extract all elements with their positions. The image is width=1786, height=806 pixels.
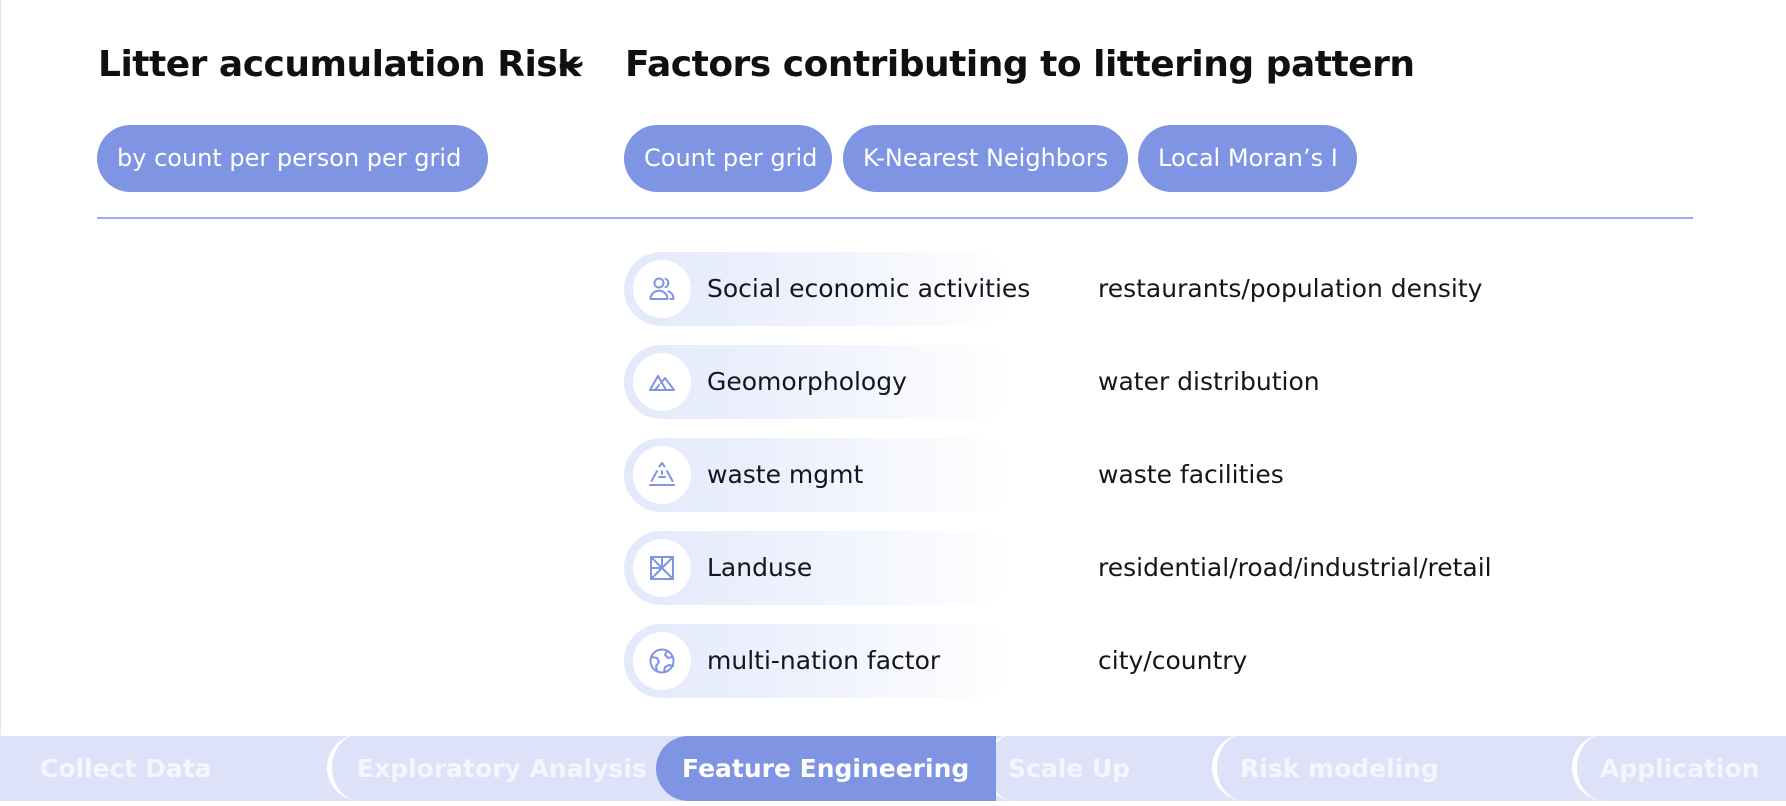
nav-step-label-active: Feature Engineering [682,754,970,783]
header-divider [97,217,1693,219]
people-icon [633,260,691,318]
globe-icon [633,632,691,690]
factor-detail: residential/road/industrial/retail [1098,553,1492,582]
method-pill-knn: K-Nearest Neighbors [843,125,1128,192]
mountain-icon [633,353,691,411]
method-pill-count-per-grid: Count per grid [624,125,832,192]
target-measure-pill: by count per person per grid [97,125,488,192]
factor-row-social-economic: Social economic activities restaurants/p… [624,252,1524,326]
method-pill-morans-i: Local Moran’s I [1138,125,1357,192]
nav-step-label: Exploratory Analysis [357,754,647,783]
factor-detail: restaurants/population density [1098,274,1483,303]
nav-step-collect-data[interactable]: Collect Data [0,736,330,801]
nav-step-application[interactable]: Application [1572,736,1786,801]
factor-row-landuse: Landuse residential/road/industrial/reta… [624,531,1524,605]
title-litter-risk: Litter accumulation Risk [98,44,581,85]
factor-name: Landuse [707,553,813,582]
factor-name: Social economic activities [707,274,1031,303]
title-factors: Factors contributing to littering patter… [625,44,1415,85]
page-edge [0,0,1,735]
nav-step-label: Risk modeling [1240,754,1439,783]
title-separator: ~ [556,44,586,85]
factor-row-multi-nation: multi-nation factor city/country [624,624,1524,698]
factor-detail: waste facilities [1098,460,1284,489]
nav-step-label: Application [1600,754,1760,783]
factor-row-waste-mgmt: waste mgmt waste facilities [624,438,1524,512]
nav-step-scale-up[interactable]: Scale Up [982,736,1212,801]
nav-step-exploratory-analysis[interactable]: Exploratory Analysis [327,736,657,801]
factor-row-geomorphology: Geomorphology water distribution [624,345,1524,419]
recycle-triangle-icon [633,446,691,504]
factor-name: Geomorphology [707,367,907,396]
factor-name: waste mgmt [707,460,864,489]
land-grid-icon [633,539,691,597]
workflow-nav: Collect Data Exploratory Analysis Scale … [0,736,1786,801]
factor-name: multi-nation factor [707,646,941,675]
factor-detail: city/country [1098,646,1248,675]
factor-detail: water distribution [1098,367,1320,396]
nav-step-label: Collect Data [40,754,212,783]
nav-step-label: Scale Up [1008,754,1131,783]
nav-step-feature-engineering[interactable]: Feature Engineering [656,736,996,801]
nav-step-risk-modeling[interactable]: Risk modeling [1212,736,1572,801]
